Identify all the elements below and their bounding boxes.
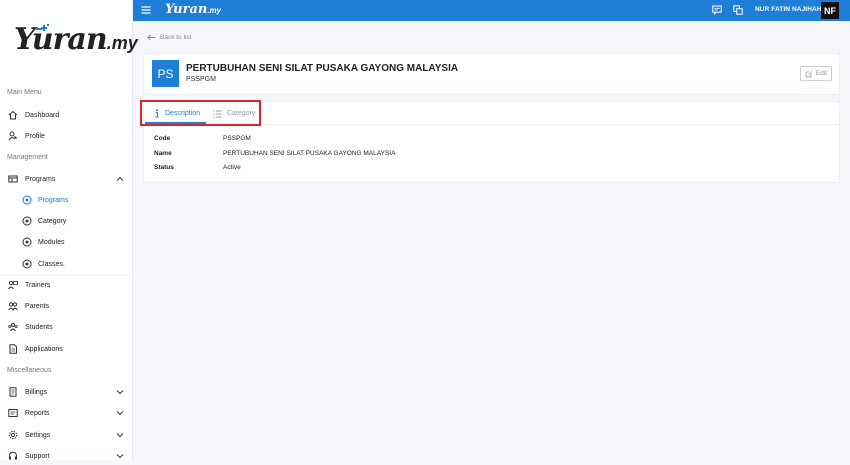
invoice-icon bbox=[8, 387, 18, 397]
sidebar-subitem-classes[interactable]: Classes. bbox=[0, 255, 133, 273]
gear-icon bbox=[8, 430, 18, 440]
edit-button[interactable]: Edit bbox=[800, 66, 832, 81]
sidebar-item-label: Profile bbox=[25, 132, 45, 140]
detail-value: PERTUBUHAN SENI SILAT PUSAKA GAYONG MALA… bbox=[223, 150, 396, 157]
users-icon bbox=[8, 301, 18, 311]
chevron-up-icon[interactable] bbox=[116, 175, 124, 183]
avatar[interactable]: NF bbox=[821, 2, 839, 19]
sidebar-subitem-label: Programs bbox=[38, 196, 69, 204]
sidebar-item-trainers[interactable]: Trainers bbox=[0, 276, 133, 294]
sidebar-item-parents[interactable]: Parents bbox=[0, 297, 133, 315]
back-to-list-link[interactable]: Back to list bbox=[147, 34, 191, 41]
group-icon bbox=[8, 322, 18, 332]
sidebar-item-label: Support bbox=[25, 452, 50, 460]
edit-label: Edit bbox=[815, 70, 828, 77]
sidebar-item-settings[interactable]: Settings bbox=[0, 426, 133, 444]
organization-name: PERTUBUHAN SENI SILAT PUSAKA GAYONG MALA… bbox=[186, 63, 459, 74]
sidebar-item-label: Students bbox=[25, 323, 53, 331]
sparkle-icon bbox=[36, 24, 49, 31]
tab-highlight-annotation bbox=[140, 100, 261, 126]
sidebar-logo[interactable]: Yuran.my bbox=[14, 22, 138, 62]
top-bar: Yuran.my NUR FATIN NAJIHAH NF bbox=[133, 0, 850, 21]
sidebar-item-label: Trainers bbox=[25, 281, 51, 289]
chat-icon[interactable] bbox=[712, 5, 722, 15]
section-management: Management bbox=[7, 154, 48, 161]
detail-label: Name bbox=[154, 150, 172, 157]
sidebar-item-label: Settings bbox=[25, 431, 51, 439]
sidebar-item-programs[interactable]: Programs bbox=[0, 170, 133, 188]
sidebar-item-label: Applications bbox=[25, 345, 63, 353]
section-main-menu: Main Menu bbox=[7, 89, 42, 96]
organization-header-card: PS PERTUBUHAN SENI SILAT PUSAKA GAYONG M… bbox=[143, 53, 840, 95]
sidebar-subitem-modules[interactable]: Modules bbox=[0, 233, 133, 251]
sidebar-subitem-label: Classes. bbox=[38, 260, 65, 268]
detail-label: Status bbox=[154, 164, 174, 171]
menu-icon[interactable] bbox=[141, 5, 151, 15]
brand-suffix: .my bbox=[207, 6, 222, 15]
switch-account-icon[interactable] bbox=[733, 5, 743, 15]
sidebar-subitem-label: Category bbox=[38, 217, 67, 225]
chevron-down-icon[interactable] bbox=[116, 409, 124, 417]
sidebar-item-billings[interactable]: Billings bbox=[0, 383, 133, 401]
sidebar-item-label: Reports bbox=[25, 409, 50, 417]
sidebar-item-dashboard[interactable]: Dashboard bbox=[0, 106, 133, 124]
sidebar-item-support[interactable]: Support bbox=[0, 447, 133, 465]
sidebar-subitem-label: Modules bbox=[38, 238, 65, 246]
sidebar-subitem-programs[interactable]: Programs bbox=[0, 191, 133, 209]
monitor-icon bbox=[8, 174, 18, 184]
home-icon bbox=[8, 110, 18, 120]
user-edit-icon bbox=[8, 131, 18, 141]
chevron-down-icon[interactable] bbox=[116, 388, 124, 396]
detail-value: PSSPGM bbox=[223, 135, 251, 142]
sidebar-item-label: Billings bbox=[25, 388, 48, 396]
pencil-square-icon bbox=[805, 70, 813, 77]
logo-name: Yuran bbox=[14, 22, 108, 57]
circle-plus-icon bbox=[22, 259, 32, 269]
circle-plus-icon bbox=[22, 195, 32, 205]
back-label: Back to list bbox=[160, 34, 192, 41]
circle-plus-icon bbox=[22, 216, 32, 226]
arrow-left-icon bbox=[147, 34, 156, 41]
user-name[interactable]: NUR FATIN NAJIHAH bbox=[755, 6, 822, 13]
logo-suffix: .my bbox=[106, 33, 138, 53]
report-icon bbox=[8, 408, 18, 418]
detail-label: Code bbox=[154, 135, 171, 142]
sidebar: Yuran.my Main Menu Dashboard Profile Man… bbox=[0, 0, 138, 460]
trainer-icon bbox=[8, 280, 18, 290]
document-icon bbox=[8, 344, 18, 354]
brand-name: Yuran bbox=[165, 2, 208, 17]
organization-initials-badge: PS bbox=[152, 60, 179, 87]
topbar-brand[interactable]: Yuran.my bbox=[165, 2, 221, 17]
chevron-down-icon[interactable] bbox=[116, 431, 124, 439]
sidebar-item-profile[interactable]: Profile bbox=[0, 127, 133, 145]
circle-plus-icon bbox=[22, 237, 32, 247]
sidebar-item-label: Programs bbox=[25, 175, 56, 183]
sidebar-item-label: Dashboard bbox=[25, 111, 60, 119]
sidebar-item-students[interactable]: Students bbox=[0, 318, 133, 336]
sidebar-item-reports[interactable]: Reports bbox=[0, 404, 133, 422]
sidebar-item-applications[interactable]: Applications bbox=[0, 340, 133, 358]
section-miscellaneous: Miscellaneous bbox=[7, 367, 52, 374]
organization-code: PSSPGM bbox=[186, 76, 216, 83]
detail-value: Active bbox=[223, 164, 241, 171]
sidebar-subitem-category[interactable]: Category bbox=[0, 212, 133, 230]
sidebar-item-label: Parents bbox=[25, 302, 50, 310]
chevron-down-icon[interactable] bbox=[116, 452, 124, 460]
